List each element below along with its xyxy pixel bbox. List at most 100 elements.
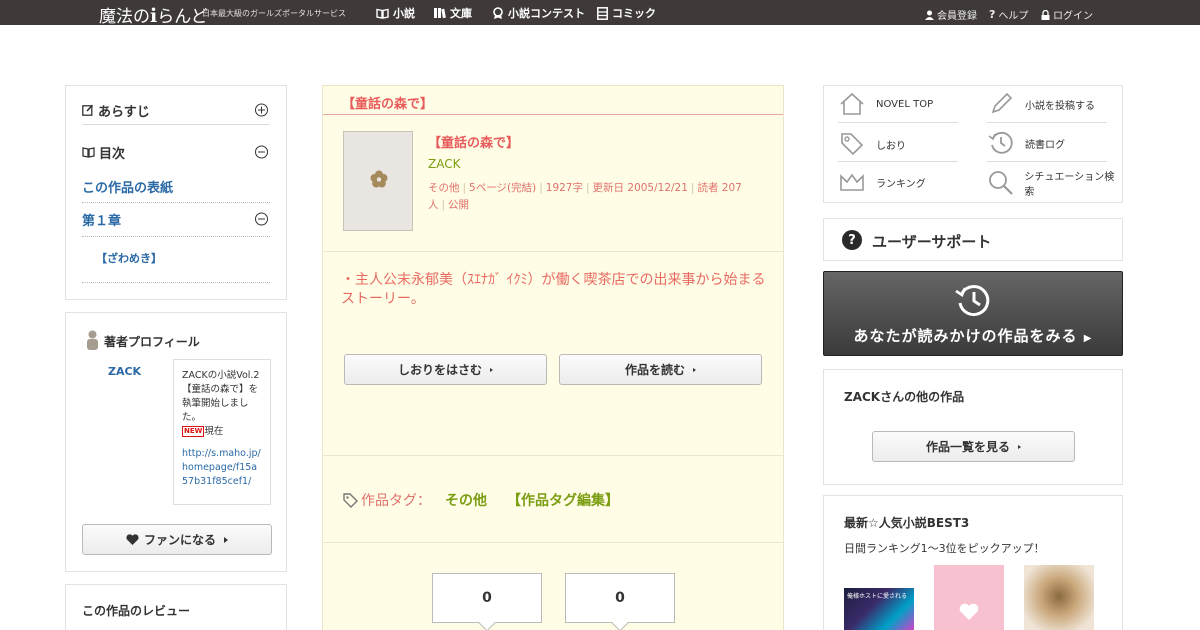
expand-icon [255, 103, 268, 117]
work-title[interactable]: 【童話の森で】 [428, 132, 519, 151]
best3-panel: 最新☆人気小説BEST3 日間ランキング1～3位をピックアップ！ 俺様ホストに愛… [823, 495, 1123, 630]
divider [82, 236, 270, 237]
heart-icon [959, 603, 979, 620]
question-icon: ? [989, 8, 996, 21]
other-works-panel: ZACKさんの他の作品 作品一覧を見る [823, 369, 1123, 485]
novel-top-link[interactable]: NOVEL TOP [838, 90, 933, 118]
login-label: ログイン [1053, 11, 1093, 22]
works-list-button[interactable]: 作品一覧を見る [872, 431, 1075, 462]
review-title: この作品のレビュー [82, 604, 191, 618]
chapter-item-label: 【ざわめき】 [96, 252, 162, 265]
divider [82, 202, 270, 203]
crown-icon [840, 173, 864, 191]
profile-title: 著者プロフィール [104, 335, 200, 349]
nav-comic[interactable]: コミック [597, 5, 656, 21]
pencil-icon [991, 92, 1013, 114]
site-logo[interactable]: 魔法のiらんど [99, 2, 208, 27]
nav-contest[interactable]: 小説コンテスト [492, 5, 585, 21]
books-icon [434, 8, 446, 19]
best3-subtitle: 日間ランキング1～3位をピックアップ！ [844, 542, 1045, 555]
bookmark-label: しおり [876, 140, 906, 152]
new-badge: NEW [182, 426, 205, 437]
synopsis-label: あらすじ [98, 104, 150, 120]
chapter-1-toggle[interactable]: 第１章 [82, 211, 270, 229]
ranking-3-thumbnail[interactable] [1024, 565, 1094, 630]
read-button[interactable]: 作品を読む [559, 354, 762, 385]
cover-link[interactable]: この作品の表紙 [82, 178, 270, 196]
author-message: ZACKの小説Vol.2【童話の森で】を執筆開始しました。 [182, 370, 260, 423]
toc-label: 目次 [99, 146, 126, 162]
chapter-1-label: 第１章 [82, 213, 122, 229]
search-icon [988, 171, 1013, 195]
ranking-1-thumbnail[interactable]: 俺様ホストに愛される [844, 588, 914, 630]
other-works-title: ZACKさんの他の作品 [844, 390, 965, 404]
arrow-icon [490, 367, 493, 372]
comic-icon [597, 6, 608, 20]
bookmark-link[interactable]: しおり [838, 130, 906, 158]
nav-contest-label: 小説コンテスト [508, 7, 585, 20]
nav-bunko[interactable]: 文庫 [433, 5, 472, 21]
work-author-link[interactable]: ZACK [428, 157, 460, 171]
work-header-title: 【童話の森で】 [342, 97, 434, 112]
nav-novel[interactable]: 小説 [376, 5, 415, 21]
tag-icon [343, 492, 358, 508]
author-message-status: NEW 現在 [182, 425, 262, 439]
divider [82, 282, 270, 283]
question-circle-icon: ? [842, 230, 862, 250]
tag-link[interactable]: その他 [445, 490, 487, 510]
works-list-button-label: 作品一覧を見る [925, 440, 1010, 454]
divider [323, 455, 783, 456]
author-message-bubble: ZACKの小説Vol.2【童話の森で】を執筆開始しました。 NEW 現在 http… [173, 359, 271, 505]
history-icon [988, 131, 1013, 154]
book-icon [82, 146, 95, 158]
arrow-icon [1018, 444, 1021, 449]
nav-bunko-label: 文庫 [450, 7, 472, 20]
divider [987, 122, 1107, 123]
toc-toggle[interactable]: 目次 [82, 144, 270, 162]
situation-search-link[interactable]: シチュエーション検索 [987, 168, 1122, 198]
work-detail-panel: 【童話の森で】 【童話の森で】 ZACK その他 | 5ページ(完結) | 1927字 |… [322, 85, 784, 630]
fan-button[interactable]: ファンになる [82, 524, 272, 555]
tag-icon [841, 133, 864, 156]
register-label: 会員登録 [937, 11, 977, 22]
login-link[interactable]: ログイン [1041, 7, 1093, 22]
chapter-item-link[interactable]: 【ざわめき】 [96, 251, 284, 265]
divider [323, 542, 783, 543]
count-box-2[interactable]: 0 [565, 573, 675, 623]
heart-icon [126, 534, 139, 545]
read-button-label: 作品を読む [624, 363, 685, 377]
work-tags: 作品タグ： その他 【作品タグ編集】 [343, 490, 619, 510]
register-link[interactable]: 会員登録 [925, 7, 977, 22]
collapse-icon [255, 212, 268, 226]
tag-edit-link[interactable]: 【作品タグ編集】 [507, 490, 619, 510]
meta-chars: 1927字 [545, 182, 583, 194]
lock-icon [1041, 9, 1050, 20]
bookmark-button[interactable]: しおりをはさむ [344, 354, 547, 385]
flower-icon [370, 170, 388, 188]
ranking-2-thumbnail[interactable] [934, 565, 1004, 630]
help-link[interactable]: ? ヘルプ [989, 7, 1028, 22]
count-box-1[interactable]: 0 [432, 573, 542, 623]
arrow-icon [224, 536, 228, 543]
continue-reading-banner[interactable]: あなたが読みかけの作品をみる ▶ [823, 271, 1123, 356]
meta-updated: 更新日 2005/12/21 [592, 182, 688, 194]
work-cover-image[interactable] [343, 131, 413, 231]
book-open-icon [376, 8, 389, 19]
cover-link-label: この作品の表紙 [82, 180, 174, 196]
bookmark-button-label: しおりをはさむ [397, 363, 482, 377]
continue-reading-label: あなたが読みかけの作品をみる ▶ [853, 327, 1093, 345]
person-icon [87, 330, 98, 350]
meta-genre: その他 [428, 182, 460, 194]
author-homepage-link[interactable]: http://s.maho.jp/homepage/f15a57b31f85ce… [182, 447, 262, 489]
divider [82, 124, 270, 125]
edit-icon [82, 104, 94, 116]
post-novel-link[interactable]: 小説を投稿する [987, 90, 1095, 118]
meta-pages: 5ページ(完結) [469, 182, 537, 194]
collapse-icon [255, 145, 268, 159]
author-name-link[interactable]: ZACK [108, 365, 141, 378]
user-support-link[interactable]: ? ユーザーサポート [823, 218, 1123, 261]
reading-log-link[interactable]: 読書ログ [987, 129, 1065, 157]
synopsis-toggle[interactable]: あらすじ [82, 102, 270, 120]
ranking-link[interactable]: ランキング [838, 168, 926, 196]
site-tagline: 日本最大級のガールズポータルサービス [202, 9, 346, 18]
